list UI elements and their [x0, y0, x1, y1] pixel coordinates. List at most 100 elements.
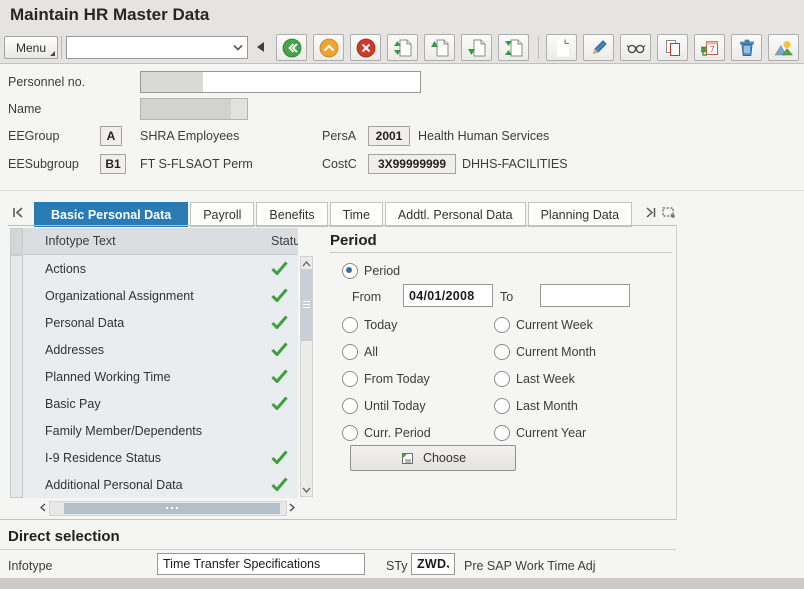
scroll-right-icon[interactable]: [285, 501, 298, 514]
radio-icon[interactable]: [494, 344, 510, 360]
back-button[interactable]: [276, 34, 307, 61]
infotype-row[interactable]: Actions: [23, 255, 298, 282]
tab-basic-personal-data[interactable]: Basic Personal Data: [34, 202, 189, 227]
infotype-row[interactable]: Planned Working Time: [23, 363, 298, 390]
page-title: Maintain HR Master Data: [10, 5, 210, 24]
change-button[interactable]: [583, 34, 614, 61]
infotype-input[interactable]: [157, 553, 365, 575]
infotype-row[interactable]: Addresses: [23, 336, 298, 363]
tab-content-border-right: [676, 225, 677, 520]
command-input[interactable]: [67, 40, 229, 55]
radio-icon[interactable]: [494, 425, 510, 441]
scroll-down-icon[interactable]: [300, 483, 313, 496]
chevron-down-icon[interactable]: [229, 44, 247, 51]
radio-icon[interactable]: [342, 344, 358, 360]
column-header-infotype-text[interactable]: Infotype Text: [45, 234, 116, 248]
exit-icon: [319, 38, 338, 57]
name-label: Name: [8, 102, 42, 116]
radio-until-today[interactable]: Until Today: [342, 398, 426, 414]
column-header-status[interactable]: Statu: [271, 234, 298, 248]
previous-page-button[interactable]: [424, 34, 455, 61]
infotype-row[interactable]: Additional Personal Data: [23, 471, 298, 498]
horizontal-scrollbar-track[interactable]: [49, 501, 287, 516]
overview-button[interactable]: [768, 34, 799, 61]
name-field-redacted: [140, 98, 248, 120]
status-check-icon: [271, 315, 288, 332]
infotype-row[interactable]: Family Member/Dependents: [23, 417, 298, 444]
ee-group-label: EEGroup: [8, 129, 60, 143]
status-check-icon: [271, 261, 288, 278]
tab-benefits[interactable]: Benefits: [256, 202, 328, 227]
radio-icon[interactable]: [494, 398, 510, 414]
choose-button[interactable]: Choose: [350, 445, 516, 471]
radio-icon[interactable]: [494, 371, 510, 387]
radio-icon[interactable]: [342, 398, 358, 414]
menu-button[interactable]: Menu: [4, 36, 58, 59]
radio-selected-icon[interactable]: [342, 263, 358, 279]
display-button[interactable]: [620, 34, 651, 61]
infotype-row[interactable]: Organizational Assignment: [23, 282, 298, 309]
command-field-combo[interactable]: [66, 36, 248, 59]
table-header-selector-cell[interactable]: [10, 228, 23, 255]
cost-center-value[interactable]: 3X99999999: [368, 154, 456, 174]
radio-curr-period[interactable]: Curr. Period: [342, 425, 431, 441]
radio-icon[interactable]: [342, 425, 358, 441]
from-date-input[interactable]: [403, 284, 493, 307]
radio-icon[interactable]: [342, 317, 358, 333]
section-divider: [0, 190, 804, 191]
scrollbar-grip: [303, 301, 310, 309]
scrollbar-grip: [176, 507, 178, 509]
radio-from-today[interactable]: From Today: [342, 371, 430, 387]
personnel-no-field[interactable]: [140, 71, 421, 93]
delete-button[interactable]: [731, 34, 762, 61]
radio-icon[interactable]: [342, 371, 358, 387]
last-page-button[interactable]: [498, 34, 529, 61]
radio-today[interactable]: Today: [342, 317, 397, 333]
scroll-left-icon[interactable]: [36, 501, 49, 514]
radio-label: Period: [364, 264, 401, 278]
horizontal-scrollbar-thumb[interactable]: [64, 503, 280, 514]
infotype-row[interactable]: I-9 Residence Status: [23, 444, 298, 471]
radio-all[interactable]: All: [342, 344, 378, 360]
next-page-button[interactable]: [461, 34, 492, 61]
status-bar: [0, 578, 804, 589]
infotype-row-label: Family Member/Dependents: [45, 423, 203, 438]
delimit-button[interactable]: 7: [694, 34, 725, 61]
infotype-row-label: Additional Personal Data: [45, 477, 183, 492]
tab-time[interactable]: Time: [329, 202, 383, 227]
collapse-toolbar-icon[interactable]: [257, 42, 264, 52]
radio-last-week[interactable]: Last Week: [494, 371, 575, 387]
scroll-tabs-last-button[interactable]: [644, 206, 658, 224]
radio-current-year[interactable]: Current Year: [494, 425, 586, 441]
first-page-button[interactable]: [387, 34, 418, 61]
radio-period[interactable]: Period: [342, 263, 400, 279]
tab-addtl-personal-data[interactable]: Addtl. Personal Data: [384, 202, 526, 227]
radio-current-month[interactable]: Current Month: [494, 344, 596, 360]
tab-planning-data[interactable]: Planning Data: [527, 202, 633, 227]
subtype-input[interactable]: [411, 553, 455, 575]
table-vertical-scrollbar[interactable]: [300, 256, 313, 497]
radio-last-month[interactable]: Last Month: [494, 398, 578, 414]
create-icon: [556, 39, 569, 56]
radio-current-week[interactable]: Current Week: [494, 317, 593, 333]
table-row-selector-strip[interactable]: [10, 255, 23, 498]
pers-area-value[interactable]: 2001: [368, 126, 410, 146]
scroll-tabs-first-button[interactable]: [10, 205, 26, 225]
table-horizontal-scrollbar[interactable]: [36, 501, 298, 516]
infotype-row[interactable]: Basic Pay: [23, 390, 298, 417]
to-date-input[interactable]: [540, 284, 630, 307]
create-button[interactable]: [546, 34, 577, 61]
choose-calendar-icon: [401, 452, 413, 464]
radio-icon[interactable]: [494, 317, 510, 333]
exit-button[interactable]: [313, 34, 344, 61]
first-page-icon: [393, 39, 411, 56]
detach-tab-button[interactable]: [661, 205, 676, 224]
ee-subgroup-value[interactable]: B1: [100, 154, 126, 174]
cancel-button[interactable]: [350, 34, 381, 61]
copy-button[interactable]: [657, 34, 688, 61]
vertical-scrollbar-thumb[interactable]: [301, 269, 312, 341]
infotype-row[interactable]: Personal Data: [23, 309, 298, 336]
tab-payroll[interactable]: Payroll: [190, 202, 255, 227]
ee-group-value[interactable]: A: [100, 126, 122, 146]
radio-label: Current Year: [516, 426, 587, 440]
